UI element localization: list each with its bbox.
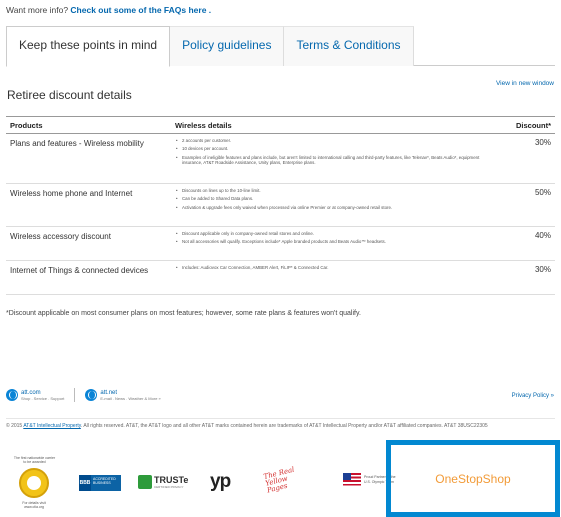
detail-item: Activation & upgrade fees only waived wh… <box>175 205 497 211</box>
header-wireless-details: Wireless details <box>171 116 501 134</box>
faq-link[interactable]: Check out some of the FAQs here . <box>70 5 211 15</box>
onestopshop-highlight-box[interactable]: OneStopShop <box>386 440 560 517</box>
product-cell: Plans and features - Wireless mobility <box>6 133 171 184</box>
section-title: Retiree discount details <box>7 88 132 102</box>
table-header-row: Products Wireless details Discount* <box>6 116 555 134</box>
truste-sub: CERTIFIED PRIVACY <box>154 484 184 489</box>
product-cell: Internet of Things & connected devices <box>6 260 171 295</box>
intellectual-property-link[interactable]: AT&T Intellectual Property <box>23 423 81 429</box>
details-cell: Includes: Audiovox Car Connection, AMBER… <box>171 260 501 295</box>
product-cell: Wireless home phone and Internet <box>6 183 171 227</box>
bbb-text: ACCREDITED BUSINESS <box>91 475 121 491</box>
faq-line: Want more info? Check out some of the FA… <box>6 5 211 15</box>
detail-item: Not all accessories will qualify. Except… <box>175 239 497 245</box>
detail-item: Can be added to Shared Data plans. <box>175 196 497 202</box>
table-row: Plans and features - Wireless mobility 2… <box>6 133 555 184</box>
seal-caption: The first nationwide carrier to be award… <box>13 456 56 465</box>
bbb-torch-icon: BBB <box>79 475 91 491</box>
bbb-accredited-logo[interactable]: BBB ACCREDITED BUSINESS <box>79 475 121 491</box>
table-row: Wireless accessory discount Discount app… <box>6 226 555 261</box>
detail-item: Examples of ineligible features and plan… <box>175 155 497 166</box>
header-discount: Discount* <box>501 116 555 134</box>
details-cell: Discount applicable only in company-owne… <box>171 226 501 261</box>
details-cell: 2 accounts per customer. 10 devices per … <box>171 133 501 184</box>
copyright-prefix: © 2015 <box>6 423 24 429</box>
discount-cell: 30% <box>501 260 555 295</box>
consumer-code-seal-icon[interactable] <box>19 468 49 498</box>
truste-check-icon <box>138 475 152 489</box>
details-cell: Discounts on lines up to the 10-line lim… <box>171 183 501 227</box>
tab-policy-guidelines[interactable]: Policy guidelines <box>170 26 285 66</box>
globe-icon <box>6 389 18 401</box>
copyright-rest: . All rights reserved. AT&T, the AT&T lo… <box>80 423 488 429</box>
truste-name: TRUSTe <box>154 474 189 485</box>
real-yellow-pages-logo[interactable]: The Real Yellow Pages <box>263 464 307 495</box>
view-in-new-window-link[interactable]: View in new window <box>496 80 554 87</box>
faq-prefix: Want more info? <box>6 5 71 15</box>
att-net-link[interactable]: att.net E-mail . News . Weather & More » <box>85 389 161 401</box>
us-flag-icon <box>343 473 361 486</box>
detail-item: Includes: Audiovox Car Connection, AMBER… <box>175 265 497 271</box>
privacy-policy-link[interactable]: Privacy Policy » <box>512 393 554 399</box>
product-cell: Wireless accessory discount <box>6 226 171 261</box>
tab-terms-conditions[interactable]: Terms & Conditions <box>284 26 414 66</box>
footer-links: att.com Shop . Service . Support att.net… <box>6 388 171 402</box>
detail-item: Discounts on lines up to the 10-line lim… <box>175 188 497 194</box>
detail-item: Discount applicable only in company-owne… <box>175 231 497 237</box>
copyright-text: © 2015 AT&T Intellectual Property. All r… <box>6 418 555 430</box>
discount-table: Products Wireless details Discount* Plan… <box>6 116 555 295</box>
discount-cell: 30% <box>501 133 555 184</box>
onestopshop-label: OneStopShop <box>435 471 511 486</box>
table-row: Wireless home phone and Internet Discoun… <box>6 183 555 227</box>
yp-logo[interactable]: yp <box>210 471 231 493</box>
tab-keep-these-points[interactable]: Keep these points in mind <box>6 26 171 67</box>
discount-cell: 50% <box>501 183 555 227</box>
att-com-link[interactable]: att.com Shop . Service . Support <box>6 389 64 401</box>
header-products: Products <box>6 116 171 134</box>
detail-item: 2 accounts per customer. <box>175 138 497 144</box>
att-com-sub: Shop . Service . Support <box>21 395 65 401</box>
footer-divider <box>74 388 76 402</box>
truste-logo[interactable]: TRUSTe CERTIFIED PRIVACY <box>138 475 188 489</box>
detail-item: 10 devices per account. <box>175 146 497 152</box>
seal-subcaption: For details visit www.ctia.org <box>22 501 46 510</box>
att-net-sub: E-mail . News . Weather & More » <box>100 395 161 401</box>
tab-bar: Keep these points in mind Policy guideli… <box>6 26 555 67</box>
discount-cell: 40% <box>501 226 555 261</box>
globe-icon <box>85 389 98 401</box>
discount-footnote: *Discount applicable on most consumer pl… <box>6 310 361 317</box>
table-row: Internet of Things & connected devices I… <box>6 260 555 295</box>
